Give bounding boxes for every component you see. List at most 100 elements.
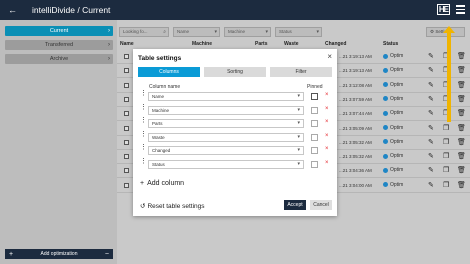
copy-icon[interactable]: ❐ bbox=[443, 152, 449, 160]
sidebar-item-transferred[interactable]: Transferred › bbox=[5, 40, 113, 50]
remove-column-icon[interactable]: × bbox=[325, 160, 329, 166]
delete-icon[interactable]: 🗑 bbox=[457, 152, 466, 160]
edit-icon[interactable]: ✎ bbox=[428, 52, 434, 60]
row-checkbox[interactable] bbox=[124, 125, 129, 131]
edit-icon[interactable]: ✎ bbox=[428, 95, 434, 103]
search-input[interactable]: Looking fo... ⌕ bbox=[119, 27, 169, 37]
remove-column-icon[interactable]: × bbox=[325, 146, 329, 152]
edit-icon[interactable]: ✎ bbox=[428, 124, 434, 132]
highlight-arrow-shaft bbox=[447, 30, 451, 122]
column-header-parts[interactable]: Parts bbox=[255, 41, 268, 47]
edit-icon[interactable]: ✎ bbox=[428, 181, 434, 189]
remove-column-icon[interactable]: × bbox=[325, 119, 329, 125]
row-checkbox[interactable] bbox=[124, 168, 129, 174]
edit-icon[interactable]: ✎ bbox=[428, 109, 434, 117]
row-checkbox[interactable] bbox=[124, 82, 129, 88]
delete-icon[interactable]: 🗑 bbox=[457, 138, 466, 146]
edit-icon[interactable]: ✎ bbox=[428, 166, 434, 174]
drag-handle-icon[interactable]: ⋮ bbox=[140, 131, 147, 137]
delete-icon[interactable]: 🗑 bbox=[457, 52, 466, 60]
delete-icon[interactable]: 🗑 bbox=[457, 66, 466, 74]
sidebar-item-archive[interactable]: Archive › bbox=[5, 54, 113, 64]
chevron-down-icon: ▾ bbox=[297, 106, 300, 113]
remove-column-icon[interactable]: × bbox=[325, 92, 329, 98]
tab-columns[interactable]: Columns bbox=[138, 67, 200, 77]
drag-handle-icon[interactable]: ⋮ bbox=[140, 118, 147, 124]
status-dot-icon bbox=[383, 110, 388, 116]
row-checkbox[interactable] bbox=[124, 54, 129, 59]
column-header-waste[interactable]: Waste bbox=[284, 41, 299, 47]
delete-icon[interactable]: 🗑 bbox=[457, 181, 466, 189]
column-select[interactable]: Name ▾ bbox=[148, 92, 304, 101]
edit-icon[interactable]: ✎ bbox=[428, 66, 434, 74]
plus-icon: + bbox=[9, 250, 14, 258]
column-select[interactable]: Parts ▾ bbox=[148, 119, 304, 128]
copy-icon[interactable]: ❐ bbox=[443, 166, 449, 174]
delete-icon[interactable]: 🗑 bbox=[457, 166, 466, 174]
sidebar-item-current[interactable]: Current › bbox=[5, 26, 113, 36]
hamburger-menu-icon[interactable] bbox=[456, 5, 465, 14]
delete-icon[interactable]: 🗑 bbox=[457, 81, 466, 89]
drag-handle-icon[interactable]: ⋮ bbox=[140, 104, 147, 110]
search-icon: ⌕ bbox=[163, 29, 166, 35]
status-cell: Optim bbox=[383, 110, 403, 116]
row-checkbox[interactable] bbox=[124, 154, 129, 160]
changed-cell: ...21 3:19:13 AM bbox=[339, 68, 372, 74]
delete-icon[interactable]: 🗑 bbox=[457, 124, 466, 132]
column-select[interactable]: Machine ▾ bbox=[148, 105, 304, 115]
add-column-label: Add column bbox=[147, 180, 185, 187]
filter-machine[interactable]: Machine ▾ bbox=[224, 27, 271, 37]
remove-column-icon[interactable]: × bbox=[325, 106, 329, 112]
copy-icon[interactable]: ❐ bbox=[443, 181, 449, 189]
filter-name[interactable]: Name ▾ bbox=[173, 27, 220, 37]
chevron-right-icon: › bbox=[108, 42, 110, 48]
accept-button[interactable]: Accept bbox=[284, 200, 306, 210]
back-arrow-icon[interactable]: ← bbox=[8, 5, 22, 15]
edit-icon[interactable]: ✎ bbox=[428, 81, 434, 89]
row-checkbox[interactable] bbox=[124, 68, 129, 74]
tab-filter[interactable]: Filter bbox=[270, 67, 332, 77]
copy-icon[interactable]: ❐ bbox=[443, 124, 449, 132]
top-bar: ← intelliDivide / Current HE bbox=[0, 0, 470, 20]
copy-icon[interactable]: ❐ bbox=[443, 138, 449, 146]
status-text: Optim bbox=[390, 81, 404, 88]
delete-icon[interactable]: 🗑 bbox=[457, 109, 466, 117]
reset-table-settings-button[interactable]: ↺ Reset table settings bbox=[140, 202, 207, 210]
column-header-name[interactable]: Name bbox=[120, 41, 134, 47]
filter-status[interactable]: Status ▾ bbox=[275, 27, 322, 37]
tab-sorting[interactable]: Sorting bbox=[204, 67, 266, 77]
column-select[interactable]: Changed ▾ bbox=[148, 146, 304, 155]
changed-cell: ...21 3:12:08 AM bbox=[339, 82, 372, 88]
drag-handle-icon[interactable]: ⋮ bbox=[140, 91, 147, 97]
pinned-checkbox[interactable] bbox=[311, 93, 318, 100]
status-dot-icon bbox=[383, 182, 388, 188]
chevron-right-icon: › bbox=[108, 28, 110, 34]
edit-icon[interactable]: ✎ bbox=[428, 138, 434, 146]
add-column-button[interactable]: + Add column bbox=[140, 180, 187, 187]
close-icon[interactable]: × bbox=[327, 52, 332, 61]
column-header-status[interactable]: Status bbox=[383, 41, 398, 47]
filter-label: Status bbox=[279, 29, 292, 34]
column-header-machine[interactable]: Machine bbox=[192, 41, 212, 47]
column-header-changed[interactable]: Changed bbox=[325, 41, 346, 47]
column-select[interactable]: Waste ▾ bbox=[148, 132, 304, 142]
pinned-checkbox[interactable] bbox=[311, 160, 318, 168]
row-checkbox[interactable] bbox=[124, 139, 129, 145]
pinned-checkbox[interactable] bbox=[311, 133, 318, 141]
row-checkbox[interactable] bbox=[124, 96, 129, 102]
column-select[interactable]: Status ▾ bbox=[148, 159, 304, 169]
cancel-button[interactable]: Cancel bbox=[310, 200, 332, 210]
status-text: Optim bbox=[390, 67, 404, 74]
pinned-checkbox[interactable] bbox=[311, 106, 318, 114]
add-optimization-button[interactable]: + Add optimization − bbox=[5, 249, 113, 259]
pinned-checkbox[interactable] bbox=[311, 147, 318, 154]
pinned-checkbox[interactable] bbox=[311, 120, 318, 127]
row-checkbox[interactable] bbox=[124, 182, 129, 188]
drag-handle-icon[interactable]: ⋮ bbox=[140, 158, 147, 164]
edit-icon[interactable]: ✎ bbox=[428, 152, 434, 160]
delete-icon[interactable]: 🗑 bbox=[457, 95, 466, 103]
remove-column-icon[interactable]: × bbox=[325, 133, 329, 139]
sidebar-item-label: Current bbox=[49, 28, 69, 34]
row-checkbox[interactable] bbox=[124, 111, 129, 117]
drag-handle-icon[interactable]: ⋮ bbox=[140, 145, 147, 151]
